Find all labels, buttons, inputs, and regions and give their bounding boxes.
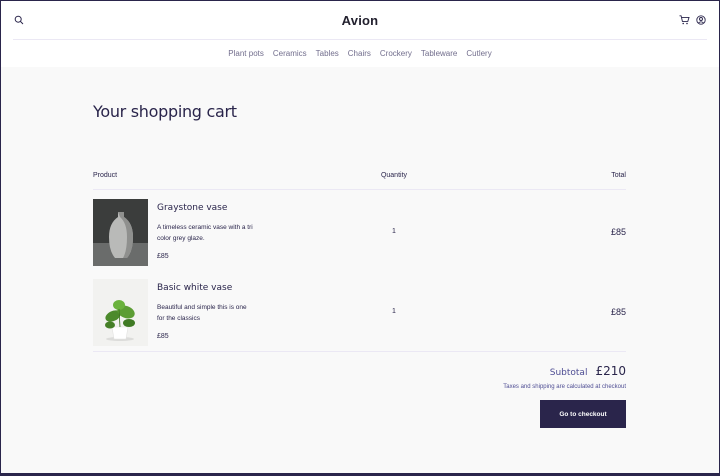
product-image-graystone-vase[interactable] — [93, 199, 148, 266]
product-info: Basic white vase Beautiful and simple th… — [157, 279, 378, 340]
item-quantity[interactable]: 1 — [378, 279, 410, 315]
search-icon[interactable] — [13, 14, 25, 26]
nav-item-ceramics[interactable]: Ceramics — [273, 49, 307, 58]
user-icon[interactable] — [695, 14, 707, 26]
column-header-product: Product — [93, 172, 118, 179]
cart-row: Graystone vase A timeless ceramic vase w… — [93, 190, 626, 270]
subtotal-line: Subtotal £210 — [550, 364, 626, 378]
nav-item-tables[interactable]: Tables — [316, 49, 339, 58]
nav-item-cutlery[interactable]: Cutlery — [466, 49, 491, 58]
product-description: Beautiful and simple this is one for the… — [157, 304, 247, 322]
brand-logo[interactable]: Avion — [342, 13, 379, 28]
cart-icon[interactable] — [678, 14, 690, 26]
cart-row: Basic white vase Beautiful and simple th… — [93, 270, 626, 358]
header-top-row: Avion — [13, 1, 707, 40]
column-header-quantity: Quantity — [380, 172, 408, 179]
product-image-basic-white-vase[interactable] — [93, 279, 148, 346]
product-price: £85 — [157, 333, 169, 340]
product-price: £85 — [157, 253, 169, 260]
nav-item-chairs[interactable]: Chairs — [348, 49, 371, 58]
summary-divider — [93, 351, 626, 352]
product-name[interactable]: Graystone vase — [157, 203, 378, 213]
item-total: £85 — [610, 227, 626, 237]
product-description: A timeless ceramic vase with a tri color… — [157, 224, 253, 242]
subtotal-label: Subtotal — [549, 368, 588, 378]
nav-item-plant-pots[interactable]: Plant pots — [228, 49, 264, 58]
app-frame: Avion Plant pots Ceramics Tables Chairs … — [1, 1, 719, 473]
nav-item-tableware[interactable]: Tableware — [421, 49, 457, 58]
site-header: Avion Plant pots Ceramics Tables Chairs … — [1, 1, 719, 67]
nav-item-crockery[interactable]: Crockery — [380, 49, 412, 58]
item-quantity[interactable]: 1 — [378, 199, 410, 235]
product-name[interactable]: Basic white vase — [157, 283, 378, 293]
item-total: £85 — [610, 307, 626, 317]
cart-page: Your shopping cart Product Quantity Tota… — [1, 102, 719, 428]
category-nav: Plant pots Ceramics Tables Chairs Crocke… — [1, 40, 719, 67]
tax-note: Taxes and shipping are calculated at che… — [503, 384, 626, 390]
cart-table-header: Product Quantity Total — [93, 170, 626, 190]
product-info: Graystone vase A timeless ceramic vase w… — [157, 199, 378, 260]
subtotal-value: £210 — [595, 364, 626, 378]
checkout-button[interactable]: Go to checkout — [540, 400, 626, 428]
cart-summary: Subtotal £210 Taxes and shipping are cal… — [93, 364, 626, 428]
column-header-total: Total — [611, 172, 626, 179]
page-title: Your shopping cart — [93, 102, 237, 121]
